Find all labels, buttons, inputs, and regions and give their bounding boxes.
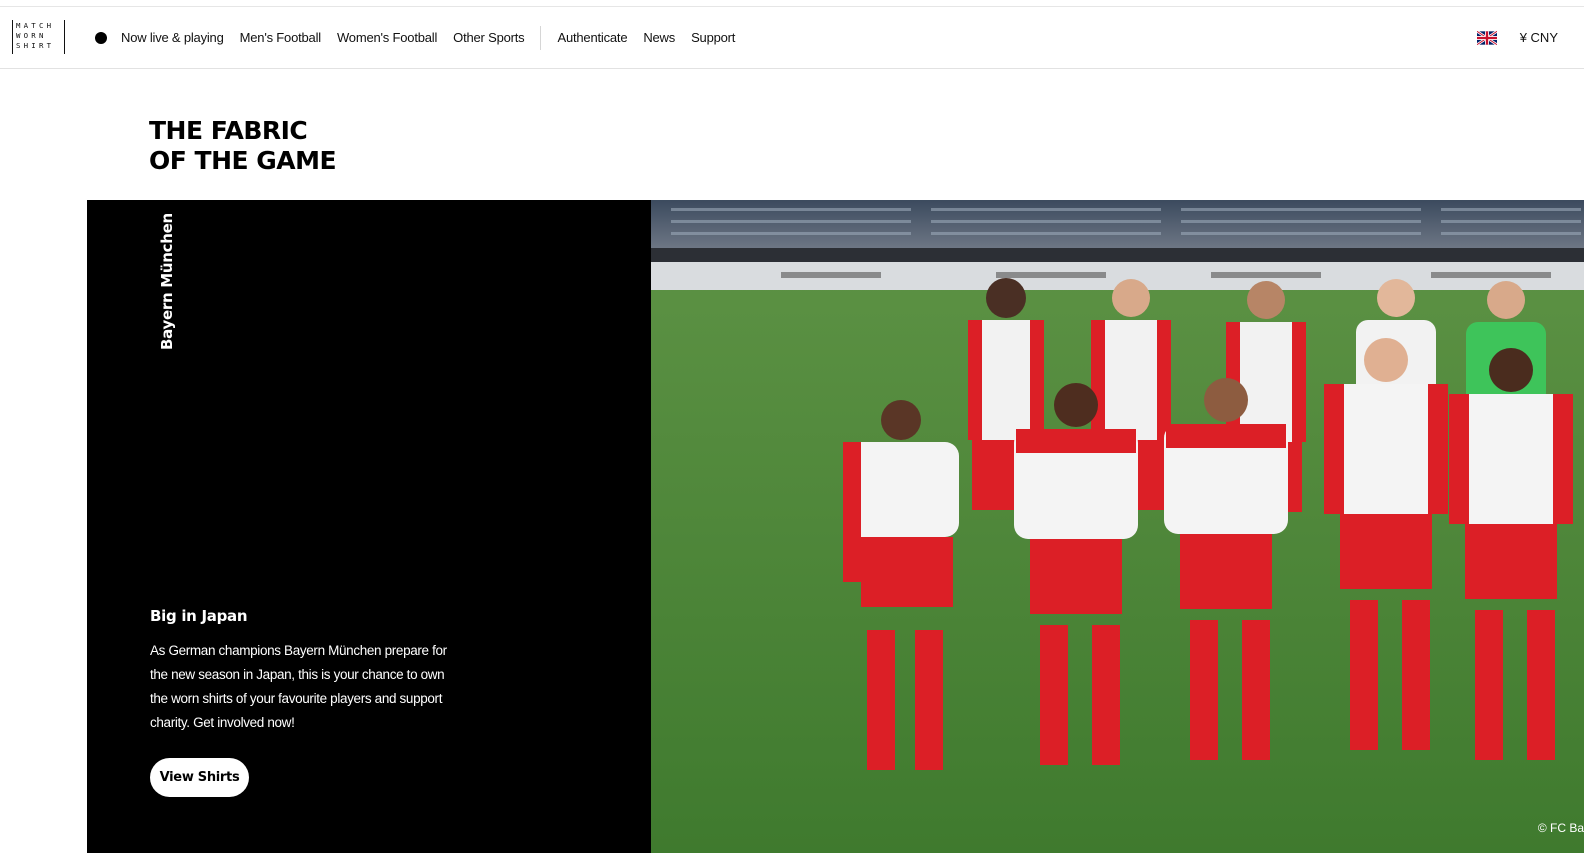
team-label: Bayern München [156,213,176,350]
photo-credit: © FC Ba [1537,821,1584,835]
uk-flag-icon[interactable] [1476,30,1497,45]
browser-top-edge [0,0,1584,7]
story-title: Big in Japan [150,607,248,625]
nav-news[interactable]: News [643,30,675,45]
view-shirts-button[interactable]: View Shirts [150,758,249,797]
team-photo: © FC Ba [651,200,1584,853]
currency-selector[interactable]: ¥ CNY [1520,30,1558,45]
headline-line-1: THE FABRIC [149,116,308,145]
nav-mens-football[interactable]: Men's Football [240,30,322,45]
nav-other-sports[interactable]: Other Sports [453,30,524,45]
headline-line-2: OF THE GAME [149,146,337,175]
main-navigation: Now live & playing Men's Football Women'… [95,7,751,68]
live-indicator-icon [95,31,107,44]
nav-now-live[interactable]: Now live & playing [121,30,224,45]
team-name: Bayern München [158,213,176,350]
site-logo[interactable]: MATCH WORN SHIRT [12,20,65,54]
nav-support[interactable]: Support [691,30,735,45]
logo-line-3: SHIRT [16,41,55,50]
logo-line-1: MATCH [16,21,55,30]
nav-womens-football[interactable]: Women's Football [337,30,437,45]
story-description: As German champions Bayern München prepa… [150,643,447,730]
team-photo-illustration [651,200,1584,853]
nav-authenticate[interactable]: Authenticate [557,30,627,45]
header-tools: ¥ CNY [1476,7,1558,68]
logo-line-2: WORN [16,31,47,40]
site-header: MATCH WORN SHIRT Now live & playing Men'… [0,7,1584,69]
page-headline: THE FABRIC OF THE GAME [149,116,337,176]
nav-divider [540,25,542,50]
